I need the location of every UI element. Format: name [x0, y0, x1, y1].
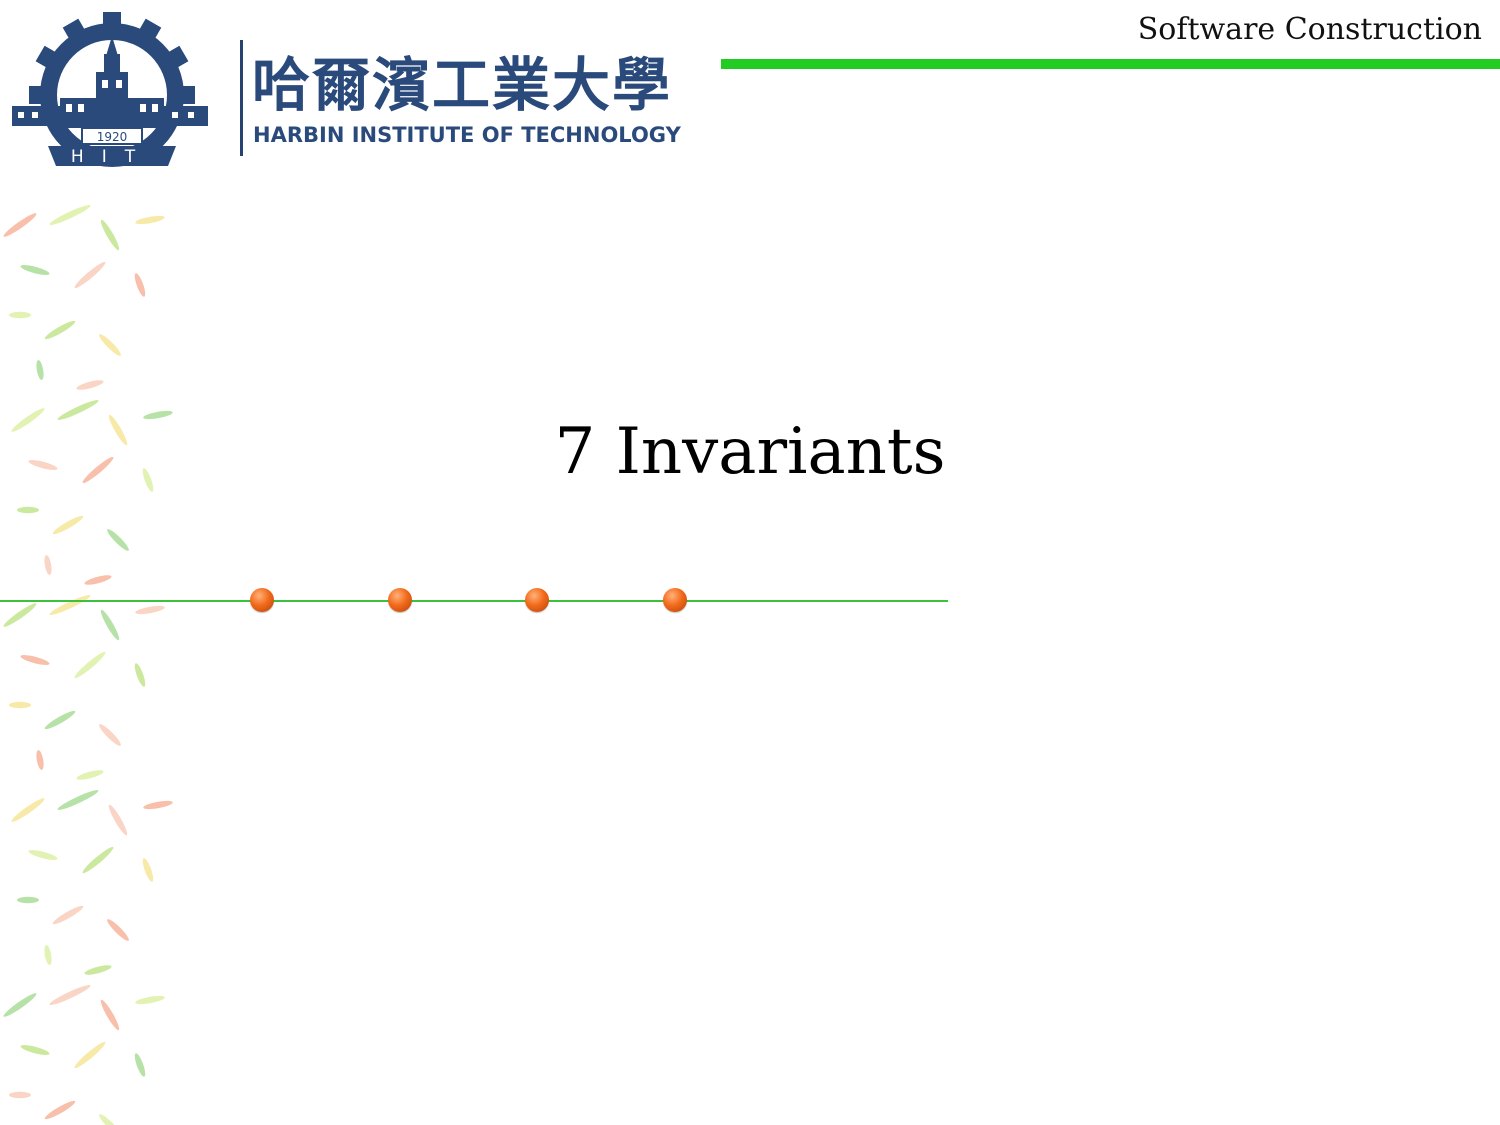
leaf-stroke — [99, 1114, 121, 1125]
leaf-stroke — [142, 858, 154, 882]
leaf-stroke — [44, 710, 76, 730]
leaf-stroke — [44, 945, 52, 965]
orange-bullet-dot — [663, 588, 687, 612]
logo-divider — [240, 40, 243, 156]
leaf-stroke — [36, 360, 44, 380]
leaf-stroke — [99, 334, 121, 356]
leaf-stroke — [134, 663, 146, 687]
university-name-english: HARBIN INSTITUTE OF TECHNOLOGY — [253, 123, 681, 147]
university-name-chinese: 哈爾濱工業大學 — [252, 51, 673, 119]
leaf-stroke — [3, 213, 37, 237]
hit-seal-logo: 1920 HIT — [10, 10, 210, 182]
leaf-stroke — [84, 575, 112, 585]
title-underline — [0, 600, 948, 602]
leaf-stroke — [9, 311, 31, 319]
leaf-stroke — [20, 1045, 50, 1055]
leaf-stroke — [36, 750, 44, 770]
leaf-stroke — [9, 1091, 31, 1099]
seal-letters: HIT — [71, 147, 153, 167]
leaf-stroke — [135, 605, 165, 615]
leaf-stroke — [74, 1041, 106, 1069]
leaf-stroke — [74, 651, 106, 679]
leaf-stroke — [17, 896, 39, 904]
leaf-stroke — [9, 701, 31, 709]
leaf-stroke — [11, 798, 45, 822]
header-accent-bar — [721, 59, 1500, 69]
leaf-stroke — [44, 1100, 76, 1120]
orange-bullet-dot — [388, 588, 412, 612]
leaf-stroke — [107, 529, 129, 551]
leaf-stroke — [134, 273, 146, 297]
leaf-stroke — [143, 800, 173, 810]
leaf-stroke — [3, 603, 37, 627]
leaf-stroke — [74, 261, 106, 289]
leaf-stroke — [76, 380, 104, 390]
leaf-stroke — [57, 790, 99, 810]
leaf-stroke — [135, 215, 165, 225]
leaf-stroke — [52, 905, 84, 925]
leaf-stroke — [44, 320, 76, 340]
leaf-stroke — [107, 919, 129, 941]
leaf-stroke — [44, 555, 52, 575]
leaf-stroke — [108, 804, 128, 836]
leaf-stroke — [3, 993, 37, 1017]
leaf-stroke — [20, 655, 50, 665]
leaf-stroke — [135, 995, 165, 1005]
seal-year: 1920 — [97, 130, 128, 144]
leaf-stroke — [100, 219, 120, 251]
leaf-stroke — [100, 999, 120, 1031]
leaf-stroke — [28, 850, 58, 860]
leaf-stroke — [52, 515, 84, 535]
leaf-stroke — [49, 205, 91, 225]
slide-title: 7 Invariants — [554, 415, 946, 489]
leaf-stroke — [49, 985, 91, 1005]
leaf-stroke — [17, 506, 39, 514]
orange-bullet-dot — [525, 588, 549, 612]
leaf-stroke — [100, 609, 120, 641]
orange-bullet-dot — [250, 588, 274, 612]
leaf-stroke — [49, 595, 91, 615]
leaf-stroke — [99, 724, 121, 746]
leaf-stroke — [134, 1053, 146, 1077]
leaf-stroke — [20, 265, 50, 275]
leaf-stroke — [82, 846, 114, 874]
leaf-stroke — [76, 770, 104, 780]
leaf-pattern-decoration — [0, 195, 270, 1125]
leaf-stroke — [84, 965, 112, 975]
course-title: Software Construction — [1137, 12, 1482, 47]
